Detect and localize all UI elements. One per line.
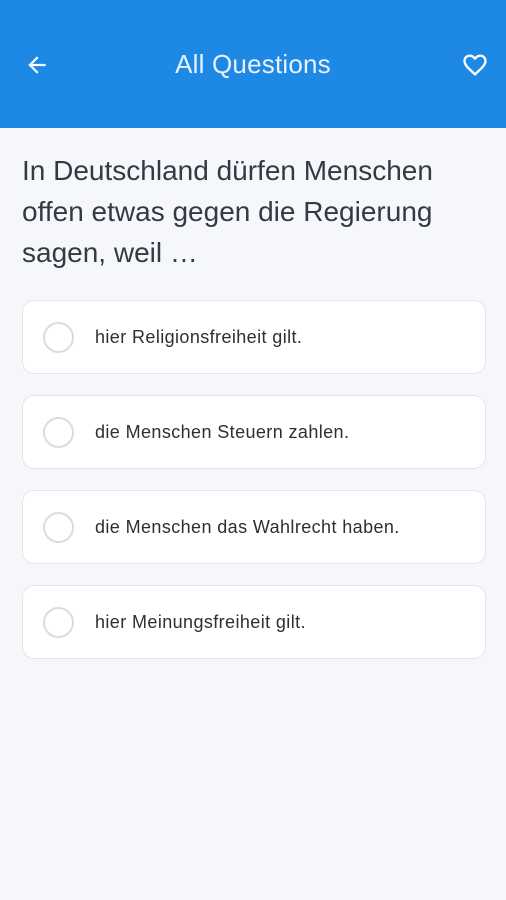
answer-label: die Menschen das Wahlrecht haben. bbox=[95, 516, 400, 537]
answer-label: hier Religionsfreiheit gilt. bbox=[95, 326, 303, 347]
answer-label: hier Meinungsfreiheit gilt. bbox=[95, 611, 306, 632]
question-text: In Deutschland dürfen Menschen offen etw… bbox=[22, 155, 433, 268]
radio-button[interactable] bbox=[43, 321, 74, 353]
app-bar: All Questions bbox=[0, 0, 506, 128]
heart-outline-icon bbox=[463, 54, 487, 76]
answer-option-1[interactable]: hier Religionsfreiheit gilt. bbox=[22, 300, 486, 374]
answer-options: hier Religionsfreiheit gilt. die Mensche… bbox=[22, 300, 486, 680]
radio-button[interactable] bbox=[43, 606, 74, 638]
radio-button[interactable] bbox=[43, 416, 74, 448]
favorite-button[interactable] bbox=[456, 46, 494, 84]
back-button[interactable] bbox=[18, 46, 56, 84]
answer-option-2[interactable]: die Menschen Steuern zahlen. bbox=[22, 395, 486, 469]
answer-label: die Menschen Steuern zahlen. bbox=[95, 421, 350, 442]
page-title: All Questions bbox=[175, 48, 331, 79]
arrow-left-icon bbox=[28, 56, 46, 74]
radio-button[interactable] bbox=[43, 511, 74, 543]
answer-option-4[interactable]: hier Meinungsfreiheit gilt. bbox=[22, 585, 486, 659]
answer-option-3[interactable]: die Menschen das Wahlrecht haben. bbox=[22, 490, 486, 564]
